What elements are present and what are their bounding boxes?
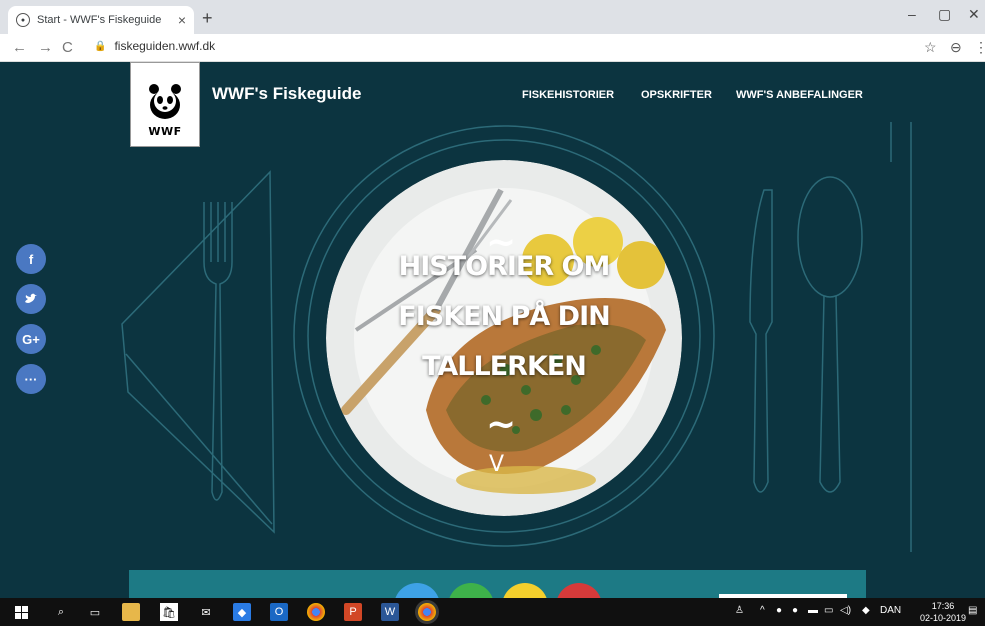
bookmark-star-icon[interactable]: ☆	[924, 39, 937, 56]
scroll-down-chevron[interactable]: V	[489, 452, 504, 477]
facebook-icon: f	[28, 251, 34, 267]
page-content: WWF WWF's Fiskeguide FISKEHISTORIER OPSK…	[8, 62, 977, 598]
chrome-icon[interactable]	[307, 603, 325, 621]
favicon-icon: ●	[16, 13, 30, 27]
restore-button[interactable]: ▢	[938, 6, 951, 23]
new-tab-button[interactable]: +	[202, 8, 213, 29]
address-bar: ← → C 🔒 fiskeguiden.wwf.dk ☆ ⊖ ⋮	[0, 34, 985, 62]
tray-app-icon-2[interactable]: ●	[792, 605, 798, 616]
language-indicator[interactable]: DAN	[880, 605, 901, 616]
mail-icon[interactable]: ✉	[197, 603, 215, 621]
minimize-button[interactable]: –	[908, 6, 916, 22]
nav-anbefalinger[interactable]: WWF'S ANBEFALINGER	[736, 89, 863, 101]
facebook-share-button[interactable]: f	[16, 244, 46, 274]
more-share-button[interactable]: ···	[16, 364, 46, 394]
windows-taskbar: ⌕ ▭ 🛍 ✉ ◆ O P W ♙ ^ ● ● ▬ ▭ ◁) ◆ DAN 17:…	[0, 598, 985, 626]
clock-time: 17:36	[931, 601, 955, 611]
network-icon[interactable]: ▭	[824, 605, 833, 616]
hero-line-2: FISKEN PÅ DIN	[398, 301, 610, 332]
tray-app-icon-1[interactable]: ●	[776, 605, 782, 616]
notifications-icon[interactable]: ▤	[968, 605, 977, 616]
dropbox-icon[interactable]: ◆	[233, 603, 251, 621]
url-text: fiskeguiden.wwf.dk	[114, 39, 216, 53]
panda-icon	[149, 84, 181, 119]
lock-icon: 🔒	[94, 40, 107, 52]
word-icon[interactable]: W	[381, 603, 399, 621]
forward-button[interactable]: →	[38, 39, 53, 56]
wwf-logo[interactable]: WWF	[130, 62, 200, 147]
dropbox-tray-icon[interactable]: ◆	[862, 605, 870, 616]
hero-tilde-bottom: ~	[486, 404, 517, 445]
reload-button[interactable]: C	[62, 39, 73, 56]
store-icon[interactable]: 🛍	[160, 603, 178, 621]
browser-menu-icon[interactable]: ⋮	[974, 39, 985, 56]
search-icon[interactable]: ⌕	[52, 603, 70, 621]
more-icon: ···	[24, 371, 38, 387]
outlook-icon[interactable]: O	[270, 603, 288, 621]
volume-icon[interactable]: ◁)	[840, 605, 851, 616]
battery-icon[interactable]: ▬	[808, 605, 818, 616]
back-button[interactable]: ←	[12, 39, 27, 56]
powerpoint-icon[interactable]: P	[344, 603, 362, 621]
people-icon[interactable]: ♙	[735, 605, 744, 616]
twitter-icon	[25, 293, 37, 303]
google-plus-share-button[interactable]: G+	[16, 324, 46, 354]
chrome-active-icon[interactable]	[418, 603, 436, 621]
tray-expand-icon[interactable]: ^	[760, 605, 765, 616]
browser-tab-bar: ● Start - WWF's Fiskeguide × + – ▢ ✕	[0, 0, 985, 34]
site-title[interactable]: WWF's Fiskeguide	[212, 84, 362, 104]
task-view-icon[interactable]: ▭	[86, 603, 104, 621]
clock-date: 02-10-2019	[920, 613, 967, 623]
nav-opskrifter[interactable]: OPSKRIFTER	[641, 89, 712, 101]
windows-icon[interactable]	[12, 603, 30, 621]
twitter-share-button[interactable]	[16, 284, 46, 314]
profile-icon[interactable]: ⊖	[950, 39, 962, 56]
hero-heading: HISTORIER OM FISKEN PÅ DIN TALLERKEN	[326, 242, 682, 392]
file-explorer-icon[interactable]	[122, 603, 140, 621]
tab-title: Start - WWF's Fiskeguide	[37, 14, 162, 26]
hero-line-1: HISTORIER OM	[398, 251, 611, 282]
google-plus-icon: G+	[22, 331, 40, 347]
browser-tab[interactable]: ● Start - WWF's Fiskeguide ×	[8, 6, 194, 34]
url-field[interactable]: 🔒 fiskeguiden.wwf.dk	[94, 39, 215, 53]
hero-line-3: TALLERKEN	[422, 351, 587, 382]
nav-fiskehistorier[interactable]: FISKEHISTORIER	[522, 89, 614, 101]
logo-text: WWF	[148, 125, 182, 138]
taskbar-clock[interactable]: 17:36 02-10-2019	[920, 600, 966, 624]
window-close-button[interactable]: ✕	[968, 6, 980, 23]
tab-close-button[interactable]: ×	[178, 12, 186, 28]
